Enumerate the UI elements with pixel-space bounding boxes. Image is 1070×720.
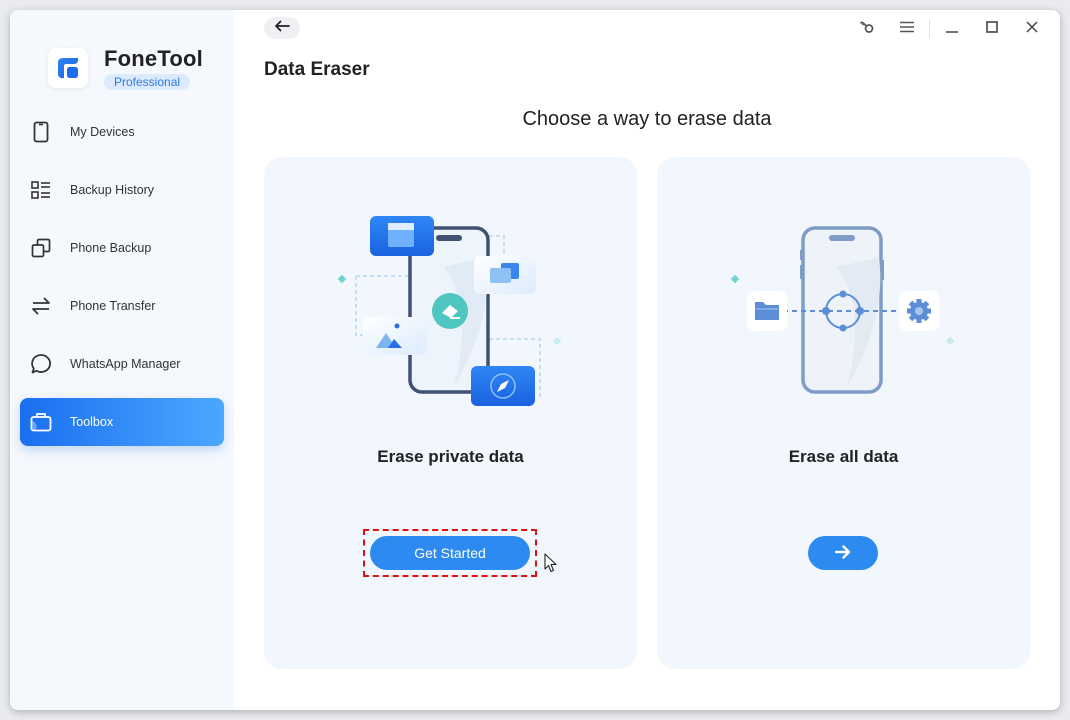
option-title: Erase private data xyxy=(377,447,524,466)
toolbox-icon xyxy=(30,411,52,433)
sidebar-item-label: Toolbox xyxy=(70,415,114,429)
minimize-icon xyxy=(945,20,959,39)
app-logo-icon xyxy=(48,48,88,88)
back-button[interactable] xyxy=(264,17,300,39)
edition-badge: Professional xyxy=(104,74,191,90)
page-subtitle: Choose a way to erase data xyxy=(522,108,772,130)
menu-icon xyxy=(900,20,914,38)
window-controls xyxy=(847,18,1052,40)
get-started-button[interactable]: Get Started xyxy=(370,536,530,570)
maximize-icon xyxy=(985,20,999,39)
sidebar-item-label: My Devices xyxy=(70,125,135,139)
option-title: Erase all data xyxy=(788,447,899,466)
sidebar-item-toolbox[interactable]: Toolbox xyxy=(20,398,224,446)
transfer-arrows-icon xyxy=(30,295,52,317)
phone-icon xyxy=(30,121,52,143)
copy-icon xyxy=(30,237,52,259)
erase-all-data-card: Erase all data xyxy=(657,157,1030,669)
close-button[interactable] xyxy=(1012,18,1052,40)
sidebar-item-whatsapp-manager[interactable]: WhatsApp Manager xyxy=(20,340,224,388)
mouse-cursor-icon xyxy=(544,553,558,578)
sidebar-item-backup-history[interactable]: Backup History xyxy=(20,166,224,214)
sidebar-item-label: Backup History xyxy=(70,183,155,197)
close-icon xyxy=(1025,20,1039,39)
private-data-illustration-icon xyxy=(337,216,562,406)
sidebar: FoneTool Professional My Devices Backup … xyxy=(10,10,234,710)
sidebar-item-phone-transfer[interactable]: Phone Transfer xyxy=(20,282,224,330)
app-name: FoneTool xyxy=(104,46,203,71)
menu-button[interactable] xyxy=(887,18,927,40)
key-icon xyxy=(859,20,875,39)
arrow-right-icon xyxy=(834,544,851,562)
all-data-illustration-icon xyxy=(730,226,955,394)
app-window: FoneTool Professional My Devices Backup … xyxy=(10,10,1060,710)
minimize-button[interactable] xyxy=(932,18,972,40)
sidebar-nav: My Devices Backup History Phone Backup P… xyxy=(20,108,224,456)
erase-private-data-card: Erase private data Get Started xyxy=(264,157,637,669)
erase-all-next-button[interactable] xyxy=(808,536,878,570)
sidebar-item-label: Phone Backup xyxy=(70,241,152,255)
sidebar-item-phone-backup[interactable]: Phone Backup xyxy=(20,224,224,272)
chat-bubble-icon xyxy=(30,353,52,375)
main-content: Data Eraser Choose a way to erase data E… xyxy=(234,10,1060,710)
page-title: Data Eraser xyxy=(264,59,370,80)
sidebar-item-my-devices[interactable]: My Devices xyxy=(20,108,224,156)
list-icon xyxy=(30,179,52,201)
maximize-button[interactable] xyxy=(972,18,1012,40)
controls-divider xyxy=(929,20,930,38)
sidebar-item-label: WhatsApp Manager xyxy=(70,357,181,371)
arrow-left-icon xyxy=(274,19,290,37)
sidebar-item-label: Phone Transfer xyxy=(70,299,156,313)
key-button[interactable] xyxy=(847,18,887,40)
brand: FoneTool Professional xyxy=(48,46,203,91)
